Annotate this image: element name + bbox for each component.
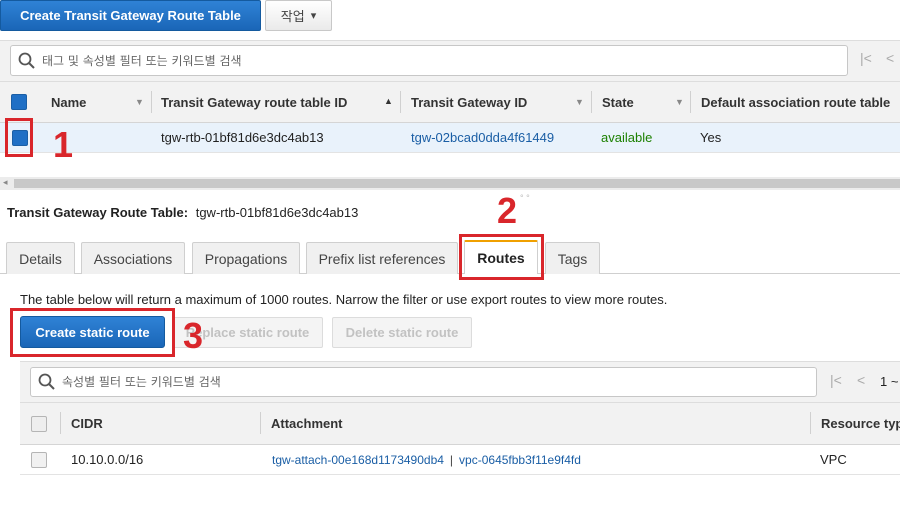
- resize-handle-icon[interactable]: ° °: [520, 193, 530, 203]
- scroll-left-icon[interactable]: ◂: [3, 177, 8, 188]
- attachment-separator: |: [449, 452, 454, 467]
- search-icon: [38, 373, 55, 390]
- prev-page-icon[interactable]: <: [857, 372, 865, 388]
- annotation-box-3: [10, 308, 175, 357]
- annotation-number-3: 3: [183, 315, 204, 356]
- first-page-icon[interactable]: |<: [860, 50, 872, 66]
- scrollbar-thumb[interactable]: [14, 179, 900, 188]
- select-all-routes-checkbox[interactable]: [31, 416, 47, 432]
- horizontal-scrollbar[interactable]: ◂: [0, 177, 900, 190]
- create-route-table-button[interactable]: Create Transit Gateway Route Table: [0, 0, 261, 31]
- col-tgw-id[interactable]: Transit Gateway ID: [411, 82, 527, 122]
- delete-static-route-button[interactable]: Delete static route: [332, 317, 472, 348]
- row-tgw-id-link[interactable]: tgw-02bcad0dda4f61449: [411, 123, 554, 152]
- sort-icon[interactable]: ▼: [575, 97, 584, 107]
- chevron-down-icon: ▾: [310, 10, 317, 22]
- sort-asc-icon[interactable]: ▲: [384, 96, 393, 106]
- column-divider: [60, 412, 61, 434]
- route-cidr: 10.10.0.0/16: [71, 452, 144, 467]
- column-divider: [690, 91, 691, 113]
- search-input[interactable]: [42, 53, 847, 68]
- col-cidr[interactable]: CIDR: [71, 403, 103, 444]
- tab-associations[interactable]: Associations: [81, 242, 185, 274]
- actions-dropdown-button[interactable]: 작업 ▾: [265, 0, 332, 31]
- row-state: available: [601, 130, 653, 145]
- detail-title-label: Transit Gateway Route Table:: [7, 205, 189, 220]
- routes-limit-notice: The table below will return a maximum of…: [20, 292, 668, 307]
- annotation-number-2: 2: [497, 190, 518, 231]
- sort-icon[interactable]: ▼: [675, 97, 684, 107]
- select-all-checkbox[interactable]: [11, 94, 27, 110]
- row-route-table-id: tgw-rtb-01bf81d6e3dc4ab13: [161, 130, 324, 145]
- column-divider: [151, 91, 152, 113]
- col-name[interactable]: Name: [51, 82, 86, 122]
- main-table-header: Name ▼ Transit Gateway route table ID ▲ …: [0, 82, 900, 123]
- first-page-icon[interactable]: |<: [830, 372, 842, 388]
- tab-prefix-list-references[interactable]: Prefix list references: [306, 242, 458, 274]
- column-divider: [260, 412, 261, 434]
- annotation-box-2: [459, 234, 544, 280]
- column-divider: [810, 412, 811, 434]
- routes-table-header: CIDR Attachment Resource typ: [20, 403, 900, 445]
- row-default-assoc: Yes: [700, 130, 722, 145]
- col-default-assoc[interactable]: Default association route table: [701, 82, 890, 122]
- table-row[interactable]: 10.10.0.0/16 tgw-attach-00e168d1173490db…: [20, 445, 900, 475]
- actions-label: 작업: [280, 9, 305, 24]
- vpc-id-link[interactable]: vpc-0645fbb3f11e9f4fd: [459, 453, 581, 467]
- attachment-id-link[interactable]: tgw-attach-00e168d1173490db4: [272, 453, 444, 467]
- search-box: [10, 45, 848, 76]
- route-resource-type: VPC: [820, 452, 847, 467]
- column-divider: [591, 91, 592, 113]
- col-route-table-id[interactable]: Transit Gateway route table ID: [161, 82, 347, 122]
- detail-title-value: tgw-rtb-01bf81d6e3dc4ab13: [195, 205, 359, 220]
- sort-icon[interactable]: ▼: [135, 97, 144, 107]
- col-resource-type[interactable]: Resource typ: [821, 403, 900, 444]
- routes-search-input[interactable]: [62, 375, 816, 389]
- table-row[interactable]: tgw-rtb-01bf81d6e3dc4ab13 tgw-02bcad0dda…: [0, 123, 900, 153]
- prev-page-icon[interactable]: <: [886, 50, 894, 66]
- pager-text: 1 ~: [880, 374, 899, 389]
- annotation-box-1: [5, 118, 33, 157]
- search-icon: [18, 52, 35, 69]
- tab-details[interactable]: Details: [6, 242, 75, 274]
- tab-propagations[interactable]: Propagations: [192, 242, 300, 274]
- route-attachment: tgw-attach-00e168d1173490db4 | vpc-0645f…: [272, 445, 581, 474]
- col-attachment[interactable]: Attachment: [271, 403, 343, 444]
- annotation-number-1: 1: [53, 124, 74, 165]
- routes-search-box: [30, 367, 817, 397]
- route-row-checkbox[interactable]: [31, 452, 47, 468]
- col-state[interactable]: State: [602, 82, 634, 122]
- column-divider: [400, 91, 401, 113]
- tab-tags[interactable]: Tags: [545, 242, 600, 274]
- detail-title: Transit Gateway Route Table: tgw-rtb-01b…: [7, 205, 358, 220]
